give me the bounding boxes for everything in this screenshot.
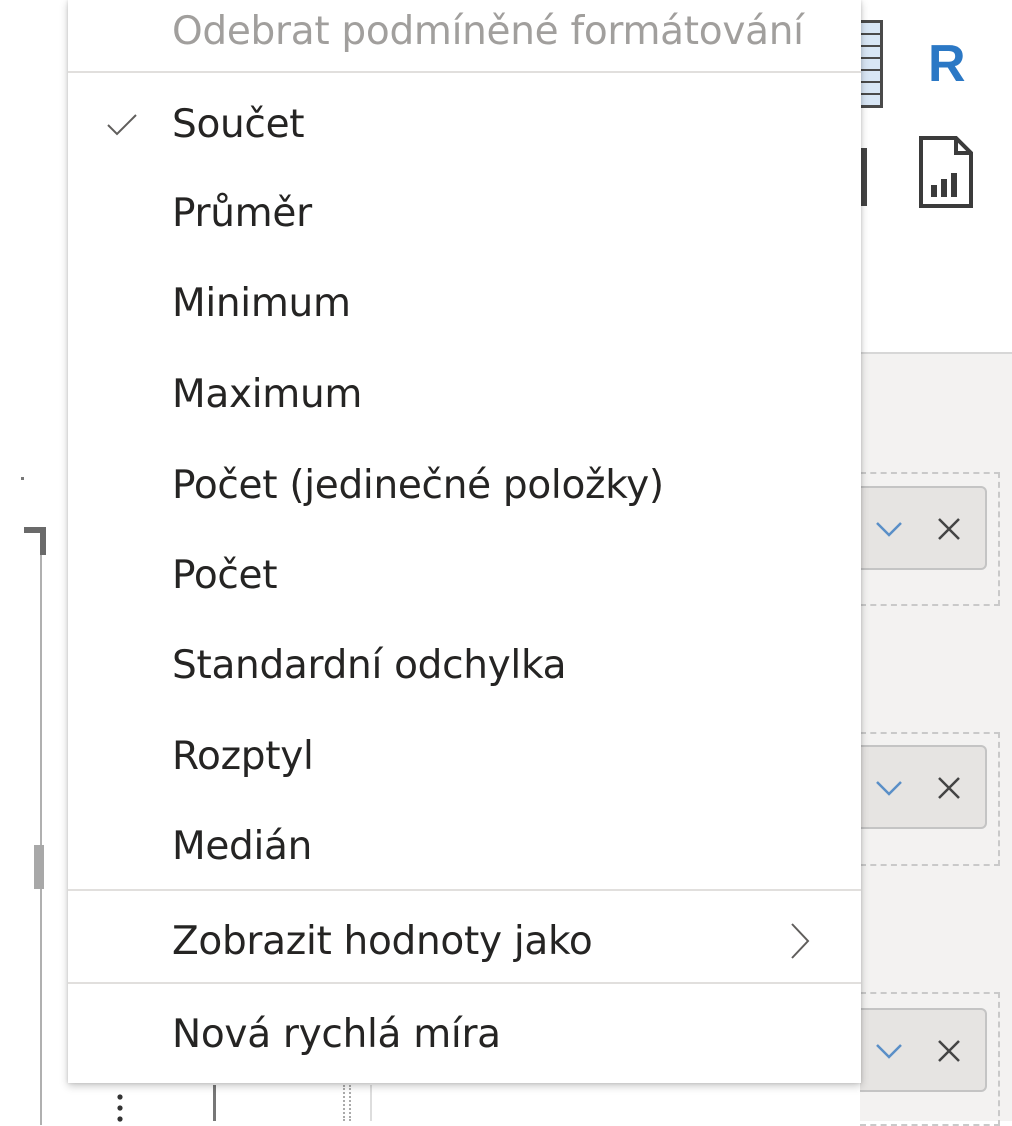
ribbon-separator bbox=[861, 148, 867, 206]
menu-item-label: Nová rychlá míra bbox=[172, 1011, 501, 1057]
menu-item-label: Průměr bbox=[172, 190, 312, 236]
left-panel-border bbox=[40, 555, 42, 1125]
field-pill-1[interactable] bbox=[860, 486, 987, 570]
menu-item-label: Počet (jedinečné položky) bbox=[172, 462, 664, 508]
menu-separator bbox=[68, 71, 861, 73]
menu-item-show-values-as[interactable]: Zobrazit hodnoty jako bbox=[68, 896, 861, 986]
menu-item-label: Zobrazit hodnoty jako bbox=[172, 918, 593, 964]
menu-item-count[interactable]: Počet bbox=[68, 530, 861, 620]
menu-separator bbox=[68, 889, 861, 891]
checkmark-icon bbox=[107, 114, 137, 136]
pane-separator bbox=[860, 352, 1012, 354]
left-panel-resize-handle[interactable] bbox=[34, 845, 44, 889]
field-pill-2[interactable] bbox=[860, 745, 987, 829]
menu-item-label: Odebrat podmíněné formátování bbox=[172, 8, 804, 54]
menu-separator bbox=[68, 982, 861, 984]
left-panel-dot bbox=[21, 477, 24, 480]
menu-item-label: Rozptyl bbox=[172, 733, 314, 779]
menu-item-new-quick-measure[interactable]: Nová rychlá míra bbox=[68, 989, 861, 1079]
bottom-resize-grip[interactable] bbox=[343, 1085, 351, 1121]
chevron-down-icon[interactable] bbox=[874, 775, 904, 801]
chevron-down-icon[interactable] bbox=[874, 516, 904, 542]
ribbon-r-visual-icon[interactable]: R bbox=[928, 38, 966, 90]
menu-item-label: Standardní odchylka bbox=[172, 642, 567, 688]
menu-item-label: Počet bbox=[172, 552, 278, 598]
menu-item-label: Maximum bbox=[172, 371, 363, 417]
close-icon[interactable] bbox=[934, 514, 964, 544]
menu-item-maximum[interactable]: Maximum bbox=[68, 349, 861, 439]
menu-item-median[interactable]: Medián bbox=[68, 801, 861, 891]
bottom-divider bbox=[213, 1085, 216, 1121]
close-icon[interactable] bbox=[934, 1036, 964, 1066]
menu-item-average[interactable]: Průměr bbox=[68, 168, 861, 258]
menu-item-variance[interactable]: Rozptyl bbox=[68, 711, 861, 801]
menu-item-label: Součet bbox=[172, 101, 305, 147]
field-context-menu: Odebrat podmíněné formátování Součet Prů… bbox=[68, 0, 861, 1083]
menu-item-remove-conditional-formatting: Odebrat podmíněné formátování bbox=[68, 0, 861, 76]
more-options-icon[interactable] bbox=[117, 1092, 123, 1122]
paginated-report-icon[interactable] bbox=[918, 135, 974, 209]
ribbon-grid-icon[interactable] bbox=[861, 20, 883, 108]
menu-item-minimum[interactable]: Minimum bbox=[68, 258, 861, 348]
field-pill-3[interactable] bbox=[860, 1008, 987, 1092]
close-icon[interactable] bbox=[934, 773, 964, 803]
menu-item-standard-deviation[interactable]: Standardní odchylka bbox=[68, 620, 861, 710]
left-panel-bracket-stem bbox=[40, 527, 46, 555]
chevron-down-icon[interactable] bbox=[874, 1038, 904, 1064]
menu-item-sum[interactable]: Součet bbox=[68, 79, 861, 169]
menu-item-label: Minimum bbox=[172, 280, 351, 326]
menu-item-label: Medián bbox=[172, 823, 313, 869]
chevron-right-icon bbox=[791, 923, 810, 959]
bottom-divider bbox=[370, 1085, 372, 1121]
menu-item-count-distinct[interactable]: Počet (jedinečné položky) bbox=[68, 440, 861, 530]
